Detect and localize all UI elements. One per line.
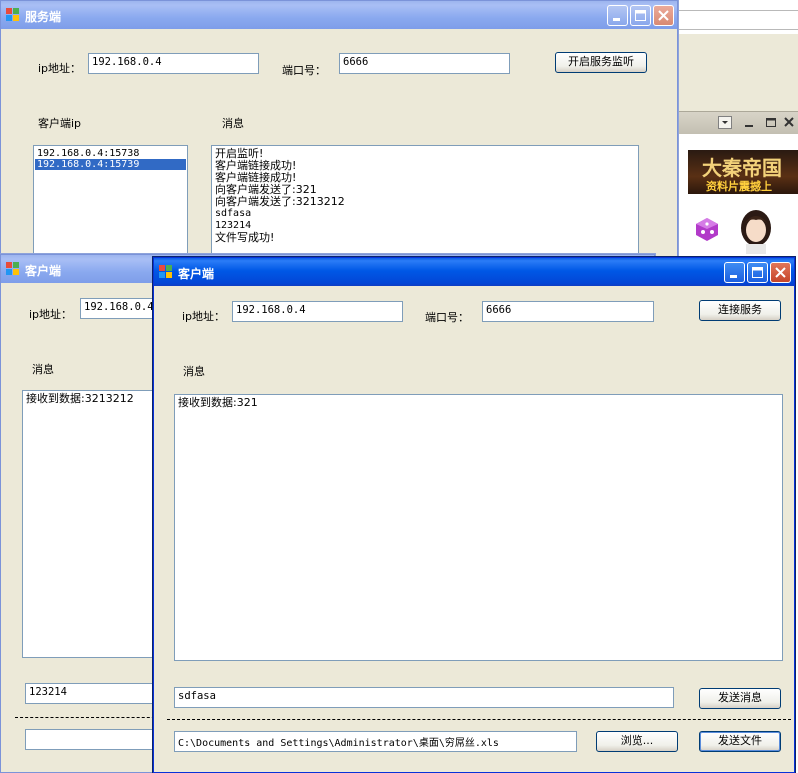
ip-label: ip地址： [38,62,82,75]
app-icon [6,8,20,22]
send-message-input[interactable]: sdfasa [174,687,674,708]
background-address-bar [678,10,798,30]
server-message-log[interactable]: 开启监听! 客户端链接成功! 客户端链接成功! 向客户端发送了:321 向客户端… [211,145,639,260]
maximize-icon[interactable] [764,116,778,129]
log-line: 接收到数据:321 [178,396,258,409]
maximize-button[interactable] [747,262,768,283]
ip-label: ip地址： [182,310,226,323]
list-item-selected[interactable]: 192.168.0.4:15739 [35,159,186,170]
client-ip-label: 客户端ip [38,117,82,130]
minimize-icon [730,275,737,278]
dropdown-icon[interactable] [718,116,732,129]
log-line: sdfasa [215,208,252,219]
ad-banner-subtitle: 资料片震撼上 [706,180,772,193]
port-label: 端口号： [282,64,326,77]
minimize-icon [613,18,620,21]
dice-icon[interactable] [694,216,720,242]
ad-banner[interactable]: 大秦帝国 资料片震撼上 [688,150,798,194]
list-item[interactable]: 192.168.0.4:15738 [35,148,186,159]
app-icon [159,265,173,279]
close-icon [775,267,786,278]
file-path-input[interactable] [25,729,165,750]
port-input[interactable]: 6666 [482,301,654,322]
file-path-input[interactable]: C:\Documents and Settings\Administrator\… [174,731,577,752]
maximize-icon [635,10,646,21]
app-icon [6,262,20,276]
received-log[interactable]: 接收到数据:321 [174,394,783,661]
close-icon [658,10,669,21]
close-button[interactable] [770,262,791,283]
port-input[interactable]: 6666 [339,53,510,74]
ad-banner-title: 大秦帝国 [702,156,782,180]
port-label: 端口号： [425,311,469,324]
ip-input[interactable]: 192.168.0.4 [88,53,259,74]
separator [15,717,165,718]
message-label: 消息 [222,117,244,130]
separator [167,719,791,720]
server-window: 服务端 ip地址： 192.168.0.4 端口号： 6666 开启服务监听 客… [0,0,678,262]
start-listen-button[interactable]: 开启服务监听 [555,52,647,73]
minimize-button[interactable] [724,262,745,283]
background-inner-titlebar [678,112,798,134]
browse-button[interactable]: 浏览... [596,731,678,752]
log-line: 接收到数据:3213212 [26,392,134,405]
close-icon[interactable] [782,116,796,129]
log-line: 向客户端发送了:3213212 [215,195,345,208]
message-label: 消息 [32,363,54,376]
avatar[interactable] [736,206,776,254]
send-file-button[interactable]: 发送文件 [699,731,781,752]
ip-label: ip地址： [29,308,73,321]
window-title: 服务端 [25,10,62,24]
send-message-button[interactable]: 发送消息 [699,688,781,709]
minimize-button[interactable] [607,5,628,26]
send-input[interactable]: 123214 [25,683,165,704]
maximize-button[interactable] [630,5,651,26]
window-title: 客户端 [178,267,215,281]
server-titlebar[interactable]: 服务端 [1,1,677,29]
background-toolbar [678,34,798,112]
maximize-icon [752,267,763,278]
client-front-titlebar[interactable]: 客户端 [154,258,794,286]
close-button[interactable] [653,5,674,26]
message-label: 消息 [183,365,205,378]
minimize-icon[interactable] [742,116,756,129]
client-list[interactable]: 192.168.0.4:15738 192.168.0.4:15739 [33,145,188,260]
received-log[interactable]: 接收到数据:3213212 [22,390,162,658]
connect-service-button[interactable]: 连接服务 [699,300,781,321]
window-title: 客户端 [25,264,62,278]
log-line: 123214 [215,220,252,231]
log-line: 文件写成功! [215,231,275,244]
ip-input[interactable]: 192.168.0.4 [232,301,403,322]
client-window-front: 客户端 ip地址： 192.168.0.4 端口号： 6666 连接服务 消息 … [153,257,795,773]
